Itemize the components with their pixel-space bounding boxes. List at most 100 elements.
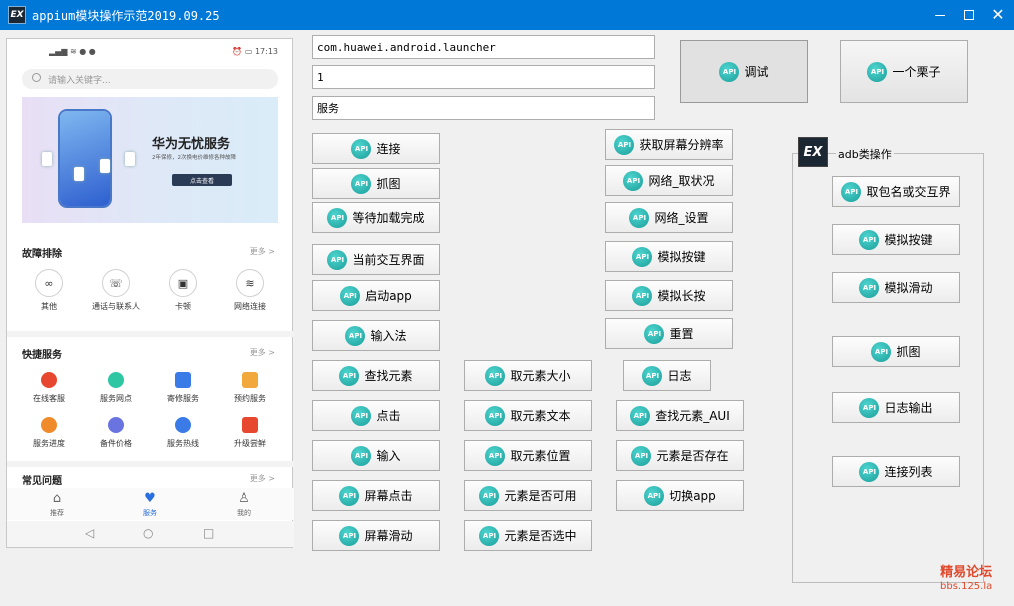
click-button[interactable]: API 点击 (312, 400, 440, 431)
element-text-button[interactable]: API 取元素文本 (464, 400, 592, 431)
mini-phone-icon (100, 159, 110, 173)
search-icon (32, 73, 41, 82)
watermark-url: bbs.125.la (940, 581, 993, 592)
reset-button[interactable]: API 重置 (605, 318, 733, 349)
coins-icon (108, 417, 124, 433)
phone-tab-bar: ⌂ 推荐 ♥ 服务 ♙ 我的 (7, 488, 294, 520)
phone-banner: 华为无忧服务 2年保修，2次换电价维修各种故障 点击查看 (22, 97, 278, 223)
network-settings-button[interactable]: API 网络_设置 (605, 202, 733, 233)
banner-subtitle: 2年保修，2次换电价维修各种故障 (152, 155, 236, 161)
phone-tab: ⌂ 推荐 (37, 492, 77, 518)
api-icon: API (859, 277, 880, 298)
debug-button[interactable]: API 调试 (680, 40, 808, 103)
adb-simulate-key-button[interactable]: API 模拟按键 (832, 224, 960, 255)
index-input[interactable] (312, 65, 655, 89)
phone-section-more: 更多 > (249, 348, 275, 357)
close-button[interactable]: ✕ (982, 0, 1014, 30)
phone-section-title: 常见问题 (22, 476, 62, 487)
adb-group-box (792, 153, 984, 583)
long-press-button[interactable]: API 模拟长按 (605, 280, 733, 311)
screen-swipe-button[interactable]: API 屏幕滑动 (312, 520, 440, 551)
phone-nav-bar: ◁ ○ □ (7, 521, 294, 547)
phone-item: 在线客服 (17, 372, 81, 404)
phone-section-title: 快捷服务 (22, 350, 62, 361)
home-icon: ○ (143, 526, 154, 540)
phone-status-bar: ▂▄▆ ≋ ● ● ⏰ ▭ 17:13 (7, 47, 294, 61)
api-icon: API (632, 246, 653, 267)
phone-item: 寄修服务 (151, 372, 215, 404)
phone-tab: ♙ 我的 (224, 492, 264, 518)
maximize-button[interactable] (953, 0, 985, 30)
element-selected-button[interactable]: API 元素是否选中 (464, 520, 592, 551)
adb-capture-button[interactable]: API 抓图 (832, 336, 960, 367)
phone-item: ∞ 其他 (17, 269, 81, 312)
service-icon (41, 372, 57, 388)
phone-status-time: 17:13 (254, 47, 278, 56)
network-status-button[interactable]: API 网络_取状况 (605, 165, 733, 196)
api-icon: API (345, 325, 366, 346)
phone-item: ≋ 网络连接 (218, 269, 282, 312)
log-button[interactable]: API 日志 (623, 360, 711, 391)
element-size-button[interactable]: API 取元素大小 (464, 360, 592, 391)
api-icon: API (859, 397, 880, 418)
api-icon: API (859, 229, 880, 250)
find-element-aui-button[interactable]: API 查找元素_AUI (616, 400, 744, 431)
phone-item: 备件价格 (84, 417, 148, 449)
calendar-icon (242, 372, 258, 388)
api-icon: API (339, 485, 360, 506)
api-icon: API (327, 207, 348, 228)
api-icon: API (485, 405, 506, 426)
find-element-button[interactable]: API 查找元素 (312, 360, 440, 391)
element-exists-button[interactable]: API 元素是否存在 (616, 440, 744, 471)
minimize-button[interactable] (924, 0, 956, 30)
package-input[interactable] (312, 35, 655, 59)
phone-divider (7, 331, 294, 337)
recent-apps-icon: □ (203, 526, 215, 540)
capture-button[interactable]: API 抓图 (312, 168, 440, 199)
api-icon: API (339, 525, 360, 546)
api-icon: API (632, 285, 653, 306)
element-location-button[interactable]: API 取元素位置 (464, 440, 592, 471)
phone-section-title: 故障排除 (22, 249, 62, 260)
simulate-key-button[interactable]: API 模拟按键 (605, 241, 733, 272)
type-button[interactable]: API 输入 (312, 440, 440, 471)
app-logo-icon: EX (8, 6, 26, 24)
launch-app-button[interactable]: API 启动app (312, 280, 440, 311)
adb-package-activity-button[interactable]: API 取包名或交互界 (832, 176, 960, 207)
wait-load-button[interactable]: API 等待加载完成 (312, 202, 440, 233)
maximize-icon (964, 10, 974, 20)
screen-resolution-button[interactable]: API 获取屏幕分辨率 (605, 129, 733, 160)
adb-log-output-button[interactable]: API 日志输出 (832, 392, 960, 423)
phone-tab-active: ♥ 服务 (130, 492, 170, 518)
adb-device-list-button[interactable]: API 连接列表 (832, 456, 960, 487)
phone-item: ☏ 通话与联系人 (84, 269, 148, 312)
back-icon: ◁ (85, 526, 95, 540)
recommend-icon: ⌂ (52, 491, 62, 506)
text-input[interactable] (312, 96, 655, 120)
link-icon: ∞ (35, 269, 63, 297)
input-method-button[interactable]: API 输入法 (312, 320, 440, 351)
connect-button[interactable]: API 连接 (312, 133, 440, 164)
adb-swipe-button[interactable]: API 模拟滑动 (832, 272, 960, 303)
user-icon: ♙ (238, 491, 250, 506)
api-icon: API (351, 445, 372, 466)
api-icon: API (485, 445, 506, 466)
phone-section-more: 更多 > (249, 474, 275, 483)
phone-item: 服务网点 (84, 372, 148, 404)
phone-item: 服务热线 (151, 417, 215, 449)
watermark-title: 精易论坛 (940, 565, 993, 580)
example-button[interactable]: API 一个栗子 (840, 40, 968, 103)
phone-screenshot[interactable]: ▂▄▆ ≋ ● ● ⏰ ▭ 17:13 请输入关键字... 华为无忧服务 2年保… (6, 38, 294, 548)
lag-icon: ▣ (169, 269, 197, 297)
phone-item: 服务进度 (17, 417, 81, 449)
location-icon (108, 372, 124, 388)
close-icon: ✕ (991, 5, 1005, 24)
screen-tap-button[interactable]: API 屏幕点击 (312, 480, 440, 511)
phone-item: 预约服务 (218, 372, 282, 404)
minimize-icon (935, 14, 945, 16)
switch-app-button[interactable]: API 切换app (616, 480, 744, 511)
api-icon: API (631, 445, 652, 466)
element-enabled-button[interactable]: API 元素是否可用 (464, 480, 592, 511)
api-icon: API (644, 485, 665, 506)
current-activity-button[interactable]: API 当前交互界面 (312, 244, 440, 275)
